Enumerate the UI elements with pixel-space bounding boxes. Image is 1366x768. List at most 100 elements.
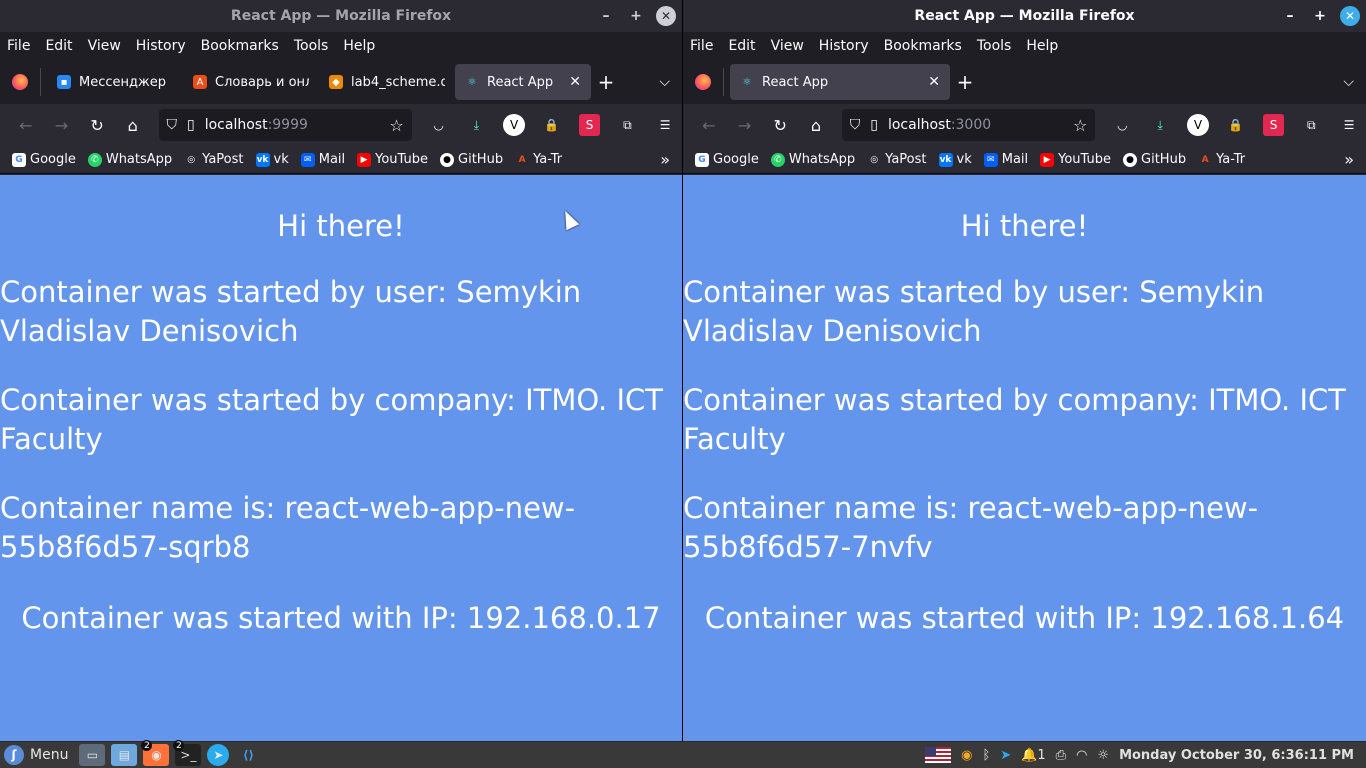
shield-icon[interactable]: ⛉ — [167, 117, 178, 133]
show-desktop-icon[interactable]: ▭ — [79, 744, 106, 766]
bookmark-whatsapp[interactable]: ✆ WhatsApp — [770, 152, 855, 167]
vpn-extension-icon[interactable]: V — [503, 114, 525, 136]
brightness-icon[interactable]: ☼ — [1097, 748, 1109, 763]
url-bar[interactable]: ⛉ ▯ localhost:9999 ☆ — [158, 109, 412, 141]
bookmark-google[interactable]: G Google — [695, 152, 759, 167]
menu-help[interactable]: Help — [343, 38, 375, 54]
pocket-icon[interactable]: ◡ — [1111, 114, 1133, 136]
extensions-icon[interactable]: ⧉ — [1300, 114, 1322, 136]
bookmark-github[interactable]: ● GitHub — [440, 152, 503, 167]
minimize-icon[interactable]: – — [596, 6, 616, 26]
s-extension-icon[interactable]: S — [1262, 114, 1285, 136]
s-extension-icon[interactable]: S — [578, 114, 601, 136]
hamburger-menu-icon[interactable]: ☰ — [1338, 114, 1360, 136]
tab-close-icon[interactable]: ✕ — [569, 74, 581, 90]
list-tabs-icon[interactable]: ⌵ — [659, 74, 670, 90]
close-icon[interactable]: ✕ — [656, 6, 676, 26]
vscode-icon[interactable]: ⟨⟩ — [235, 744, 261, 766]
us-flag-keyboard-layout-icon[interactable] — [925, 747, 952, 763]
bookmark-mail[interactable]: ✉ Mail — [983, 152, 1028, 167]
bookmark-whatsapp[interactable]: ✆ WhatsApp — [87, 152, 172, 167]
maximize-icon[interactable]: + — [626, 6, 646, 26]
bookmark-google[interactable]: G Google — [12, 152, 76, 167]
menu-bookmarks[interactable]: Bookmarks — [201, 38, 279, 54]
tab-dictionary[interactable]: A Словарь и онл — [183, 64, 319, 100]
wifi-icon[interactable]: ◠ — [1076, 748, 1087, 763]
bookmark-yapost[interactable]: ◎ YaPost — [867, 152, 926, 167]
minimize-icon[interactable]: – — [1280, 6, 1300, 26]
menu-help[interactable]: Help — [1026, 38, 1058, 54]
vpn-extension-icon[interactable]: V — [1187, 114, 1209, 136]
menu-file[interactable]: File — [7, 38, 30, 54]
menu-view[interactable]: View — [771, 38, 804, 54]
new-tab-icon[interactable]: + — [950, 70, 980, 94]
notifications-icon[interactable]: 🔔 1 — [1021, 748, 1045, 763]
bookmark-github[interactable]: ● GitHub — [1123, 152, 1186, 167]
telegram-icon[interactable]: ➤ — [207, 744, 230, 766]
url-host: localhost — [204, 117, 268, 133]
menu-tools[interactable]: Tools — [294, 38, 329, 54]
bookmark-ya-tr[interactable]: A Ya-Tr — [1198, 152, 1245, 167]
tab-react-app[interactable]: ⚛ React App ✕ — [730, 64, 950, 100]
bookmark-vk[interactable]: vk vk — [938, 152, 972, 167]
reload-icon[interactable]: ↻ — [764, 109, 796, 141]
bluetooth-icon[interactable]: ᛒ — [982, 748, 990, 763]
bookmark-youtube[interactable]: ▶ YouTube — [357, 152, 428, 167]
terminal-icon[interactable]: 2 >_ — [173, 740, 202, 766]
home-icon[interactable]: ⌂ — [800, 109, 832, 141]
bookmark-star-icon[interactable]: ☆ — [389, 116, 403, 135]
titlebar[interactable]: React App — Mozilla Firefox – + ✕ — [683, 0, 1366, 32]
url-bar[interactable]: ⛉ ▯ localhost:3000 ☆ — [841, 109, 1096, 141]
more-bookmarks-icon[interactable]: » — [660, 150, 670, 169]
download-icon[interactable]: ⤓ — [1149, 114, 1171, 136]
list-tabs-icon[interactable]: ⌵ — [1343, 74, 1354, 90]
menu-bookmarks[interactable]: Bookmarks — [884, 38, 962, 54]
hamburger-menu-icon[interactable]: ☰ — [654, 114, 676, 136]
menu-history[interactable]: History — [819, 38, 869, 54]
back-icon[interactable]: ← — [693, 109, 725, 141]
forward-icon[interactable]: → — [729, 109, 761, 141]
lock-extension-icon[interactable]: 🔒 — [1225, 114, 1247, 136]
bookmark-yapost[interactable]: ◎ YaPost — [184, 152, 243, 167]
bookmark-ya-tr[interactable]: A Ya-Tr — [515, 152, 562, 167]
lock-extension-icon[interactable]: 🔒 — [541, 114, 563, 136]
maximize-icon[interactable]: + — [1310, 6, 1330, 26]
tab-close-icon[interactable]: ✕ — [928, 74, 940, 90]
start-menu-button[interactable]: ʃ Menu — [0, 745, 76, 765]
menu-view[interactable]: View — [88, 38, 121, 54]
tab-react-app[interactable]: ⚛ React App ✕ — [455, 64, 591, 100]
printer-icon[interactable]: ⎙ — [1056, 748, 1066, 763]
shield-icon[interactable]: ⛉ — [850, 117, 861, 133]
window-title: React App — Mozilla Firefox — [914, 8, 1135, 24]
menu-file[interactable]: File — [690, 38, 713, 54]
download-icon[interactable]: ⤓ — [465, 114, 487, 136]
bookmark-vk[interactable]: vk vk — [255, 152, 289, 167]
extensions-icon[interactable]: ⧉ — [616, 114, 638, 136]
bookmark-mail[interactable]: ✉ Mail — [300, 152, 345, 167]
more-bookmarks-icon[interactable]: » — [1344, 150, 1354, 169]
update-manager-icon[interactable]: ◉ — [961, 748, 972, 763]
new-tab-icon[interactable]: + — [591, 70, 621, 94]
firefox-view-icon[interactable] — [689, 68, 717, 96]
firefox-taskbar-icon[interactable]: 2 ◉ — [141, 740, 170, 766]
pocket-icon[interactable]: ◡ — [428, 114, 450, 136]
menu-tools[interactable]: Tools — [977, 38, 1012, 54]
telegram-tray-icon[interactable]: ➤ — [1000, 748, 1011, 763]
close-icon[interactable]: ✕ — [1340, 6, 1360, 26]
bookmark-star-icon[interactable]: ☆ — [1073, 116, 1087, 135]
back-icon[interactable]: ← — [10, 109, 42, 141]
titlebar[interactable]: React App — Mozilla Firefox – + ✕ — [0, 0, 682, 32]
menu-edit[interactable]: Edit — [728, 38, 755, 54]
reload-icon[interactable]: ↻ — [81, 109, 113, 141]
forward-icon[interactable]: → — [46, 109, 78, 141]
home-icon[interactable]: ⌂ — [117, 109, 149, 141]
tab-drawio[interactable]: ◆ lab4_scheme.dr — [319, 64, 455, 100]
clock[interactable]: Monday October 30, 6:36:11 PM — [1119, 748, 1354, 763]
tab-messenger[interactable]: ▪ Мессенджер — [47, 64, 183, 100]
bookmark-youtube[interactable]: ▶ YouTube — [1040, 152, 1111, 167]
files-icon[interactable]: ▤ — [111, 744, 138, 766]
google-icon: G — [12, 152, 26, 167]
firefox-view-icon[interactable] — [6, 68, 34, 96]
menu-edit[interactable]: Edit — [45, 38, 72, 54]
menu-history[interactable]: History — [136, 38, 186, 54]
